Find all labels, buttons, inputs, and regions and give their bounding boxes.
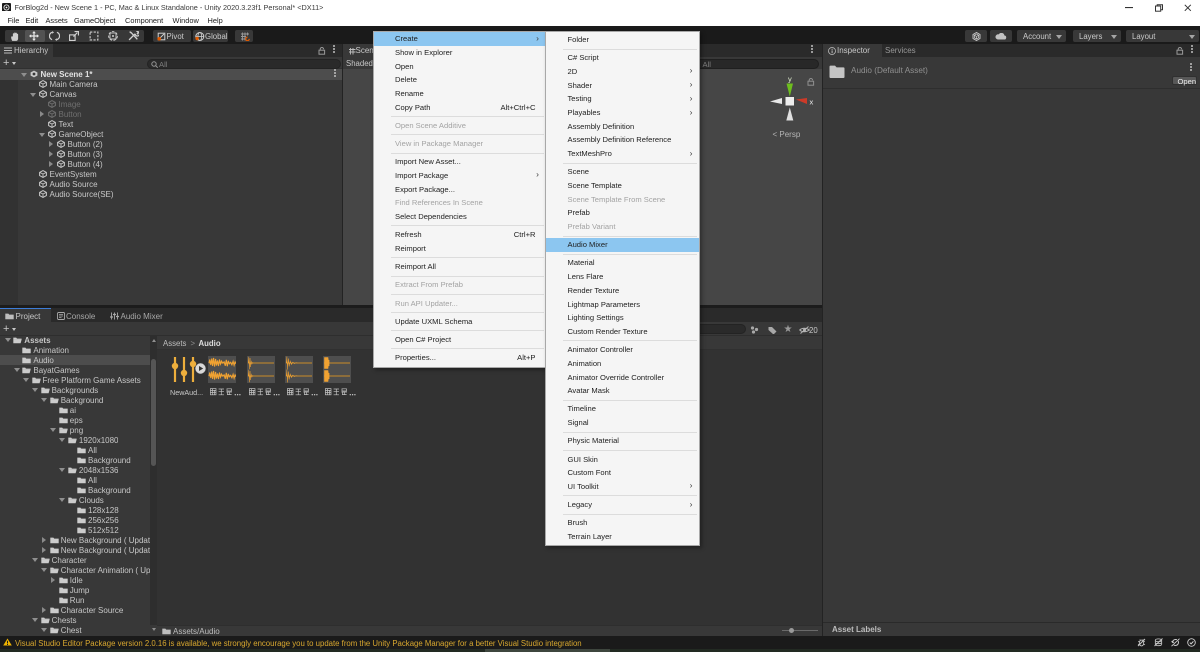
svg-text:x: x (810, 98, 814, 107)
svg-text:y: y (788, 75, 792, 84)
